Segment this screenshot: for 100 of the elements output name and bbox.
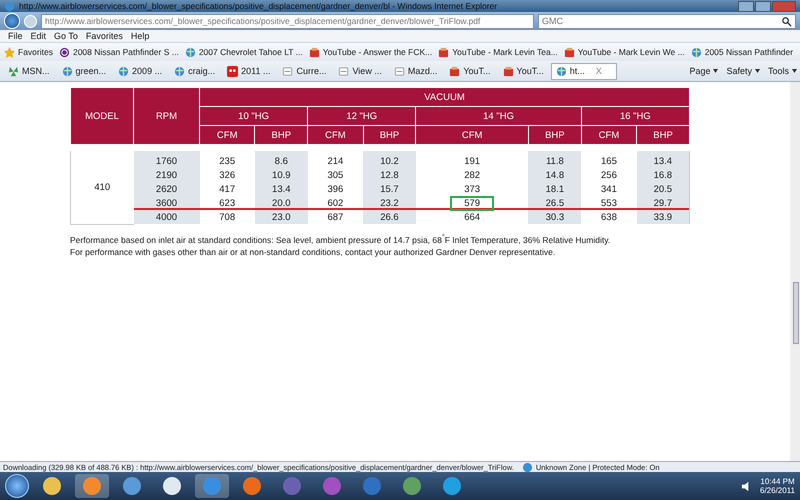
command-menu[interactable]: Page bbox=[689, 66, 718, 76]
table-cell: 23.0 bbox=[254, 210, 308, 224]
menu-item[interactable]: Go To bbox=[54, 31, 78, 41]
minimize-button[interactable] bbox=[738, 0, 754, 12]
table-cell: 26.6 bbox=[363, 210, 416, 224]
table-cell: 20.5 bbox=[636, 182, 690, 196]
column-header: RPM bbox=[134, 88, 200, 144]
table-cell: 305 bbox=[308, 168, 364, 182]
table-cell: 15.7 bbox=[363, 182, 416, 196]
browser-tab[interactable]: green... bbox=[56, 62, 112, 80]
column-header: 10 "HG bbox=[200, 106, 308, 126]
column-header: CFM bbox=[416, 126, 528, 144]
menu-item[interactable]: Help bbox=[130, 31, 150, 41]
table-cell: 282 bbox=[416, 168, 528, 182]
favorite-link[interactable]: 2005 Nissan Pathfinder bbox=[690, 46, 794, 58]
table-cell: 638 bbox=[581, 210, 637, 224]
table-cell: 235 bbox=[200, 151, 255, 168]
table-cell: 623 bbox=[200, 196, 255, 210]
star-icon bbox=[4, 46, 15, 58]
table-cell: 687 bbox=[308, 210, 364, 224]
table-cell: 326 bbox=[200, 168, 255, 182]
browser-tab[interactable]: ht... X bbox=[550, 62, 617, 80]
globe-icon bbox=[174, 66, 186, 76]
table-cell: 8.6 bbox=[254, 151, 308, 168]
command-menu[interactable]: Safety bbox=[726, 66, 760, 76]
table-cell: 12.8 bbox=[363, 168, 416, 182]
browser-tab[interactable]: View ... bbox=[333, 62, 387, 80]
menu-item[interactable]: File bbox=[8, 31, 23, 41]
globe-icon bbox=[556, 66, 567, 76]
favorite-link[interactable]: YouTube - Mark Levin Tea... bbox=[438, 46, 558, 58]
column-header: BHP bbox=[636, 126, 690, 144]
close-button[interactable] bbox=[772, 0, 796, 12]
search-field[interactable]: GMC bbox=[538, 14, 796, 28]
page-icon bbox=[394, 66, 405, 76]
table-cell: 14.8 bbox=[528, 168, 582, 182]
table-cell: 579 bbox=[416, 196, 528, 210]
page-icon bbox=[338, 66, 350, 76]
column-header: BHP bbox=[528, 126, 582, 144]
browser-tab[interactable]: Curre... bbox=[277, 62, 332, 80]
column-header: 14 "HG bbox=[416, 106, 582, 126]
column-header: CFM bbox=[581, 126, 637, 144]
favorite-link[interactable]: 2007 Chevrolet Tahoe LT ... bbox=[184, 46, 303, 58]
column-header: BHP bbox=[363, 126, 416, 144]
table-cell: 1760 bbox=[134, 151, 200, 168]
column-header: CFM bbox=[308, 126, 364, 144]
column-header: 16 "HG bbox=[581, 106, 690, 126]
footnote: For performance with gases other than air or at non-standard conditions, contact your authorized Gardner Denver representative. bbox=[70, 247, 556, 258]
start-button[interactable] bbox=[5, 474, 29, 498]
table-cell: 165 bbox=[581, 151, 637, 168]
browser-tab[interactable]: Mazd... bbox=[388, 62, 442, 80]
table-cell: 23.2 bbox=[363, 196, 416, 210]
table-cell: 10.2 bbox=[363, 151, 416, 168]
browser-tab[interactable]: 2011 ... bbox=[222, 62, 276, 80]
menu-item[interactable]: Favorites bbox=[86, 31, 123, 41]
favorite-link[interactable]: 2008 Nissan Pathfinder S ... bbox=[58, 46, 179, 58]
table-cell: 26.5 bbox=[528, 196, 582, 210]
tab-close-button[interactable]: X bbox=[596, 66, 602, 76]
address-field[interactable]: http://www.airblowerservices.com/_blower_specifications/positive_displacement/gardner_denver/blower_TriFlow.pdf bbox=[41, 14, 534, 28]
table-cell: 2620 bbox=[134, 182, 200, 196]
page-icon bbox=[282, 66, 294, 76]
table-cell: 373 bbox=[416, 182, 528, 196]
column-header: CFM bbox=[200, 126, 255, 144]
back-button[interactable] bbox=[4, 13, 20, 29]
menu-item[interactable]: Edit bbox=[30, 31, 46, 41]
favorites-button[interactable]: Favorites bbox=[4, 46, 53, 58]
table-cell: 3600 bbox=[134, 196, 200, 210]
table-cell: 30.3 bbox=[528, 210, 582, 224]
table-cell: 664 bbox=[416, 210, 528, 224]
globe-icon bbox=[118, 66, 130, 76]
browser-tab[interactable]: 2009 ... bbox=[113, 62, 168, 80]
caret-icon bbox=[754, 69, 760, 73]
favorite-link[interactable]: YouTube - Mark Levin We ... bbox=[564, 46, 685, 58]
footnote: Performance based on inlet air at standard conditions: Sea level, ambient pressure of 14.7 psia, 68$^{°}$F Inlet Temperature, 36% Relative Humidity. bbox=[70, 232, 612, 244]
table-cell: 11.8 bbox=[528, 151, 582, 168]
table-cell: 417 bbox=[200, 182, 255, 196]
column-header: VACUUM bbox=[200, 88, 690, 106]
table-cell: 602 bbox=[308, 196, 364, 210]
table-cell: 13.4 bbox=[636, 151, 690, 168]
window-title: http://www.airblowerservices.com/_blower_specifications/positive_displacement/gardner_denver/bl - Windows Internet Explorer bbox=[19, 1, 498, 11]
table-cell: 29.7 bbox=[636, 196, 690, 210]
favorite-link[interactable]: YouTube - Answer the FCK... bbox=[308, 46, 432, 58]
taskbar-clock[interactable]: 10:44 PM 6/26/2011 bbox=[760, 477, 795, 495]
command-menu[interactable]: Tools bbox=[768, 66, 797, 76]
maximize-button[interactable] bbox=[755, 0, 771, 12]
column-header: BHP bbox=[254, 126, 308, 144]
table-cell: 16.8 bbox=[636, 168, 690, 182]
table-cell: 214 bbox=[308, 151, 364, 168]
table-cell: 341 bbox=[581, 182, 637, 196]
column-header: MODEL bbox=[70, 88, 134, 144]
globe-icon bbox=[184, 46, 196, 58]
forward-button[interactable] bbox=[24, 14, 37, 28]
browser-tab[interactable]: YouT... bbox=[498, 62, 549, 80]
table-cell: 2190 bbox=[134, 168, 200, 182]
browser-icon bbox=[4, 0, 15, 12]
browser-tab[interactable]: MSN... bbox=[3, 62, 55, 80]
table-cell: 396 bbox=[308, 182, 364, 196]
table-cell: 4000 bbox=[134, 210, 200, 224]
search-icon bbox=[781, 16, 792, 26]
browser-tab[interactable]: craig... bbox=[169, 62, 220, 80]
browser-tab[interactable]: YouT... bbox=[444, 62, 496, 80]
